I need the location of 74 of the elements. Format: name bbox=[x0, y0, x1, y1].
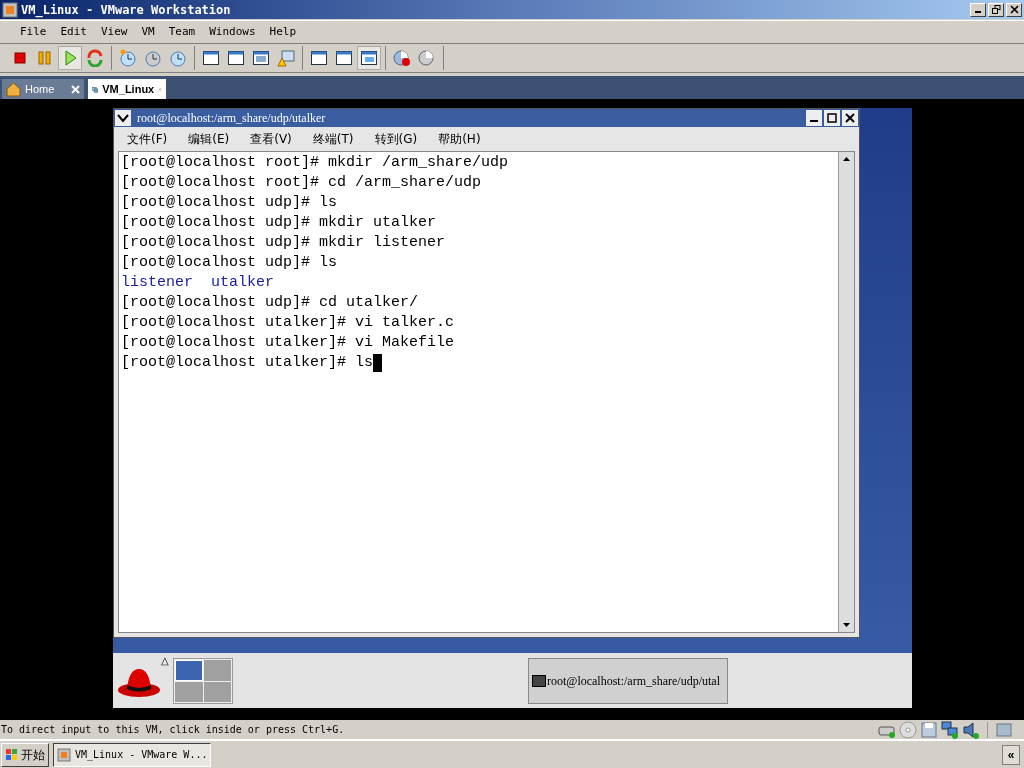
menu-item[interactable]: File bbox=[14, 23, 53, 41]
workspace[interactable] bbox=[175, 659, 203, 681]
minimize-icon bbox=[810, 120, 818, 122]
app-icon bbox=[57, 747, 71, 762]
taskbar-button[interactable]: VM_Linux - VMware W... bbox=[53, 742, 211, 767]
minimize-icon bbox=[975, 11, 981, 13]
floppy-icon[interactable] bbox=[920, 720, 938, 739]
close-button[interactable] bbox=[1006, 2, 1022, 17]
clock-icon bbox=[169, 49, 187, 67]
window-icon bbox=[227, 49, 245, 67]
minimize-button[interactable] bbox=[806, 110, 822, 126]
close-icon[interactable] bbox=[71, 84, 80, 94]
window-icon bbox=[335, 49, 353, 67]
window-icon bbox=[202, 49, 220, 67]
terminal-icon bbox=[532, 674, 546, 687]
window-title: root@localhost:/arm_share/udp/utalker bbox=[137, 110, 327, 127]
tab[interactable]: Home bbox=[2, 79, 84, 99]
tab[interactable]: VM_Linux bbox=[88, 79, 166, 99]
menu-item[interactable]: Help bbox=[263, 23, 303, 41]
pause-icon bbox=[36, 49, 54, 67]
maximize-icon bbox=[827, 113, 837, 123]
menu-item[interactable]: 终端(T) bbox=[312, 130, 354, 148]
scrollbar[interactable] bbox=[838, 152, 854, 632]
directory-listing: listener utalker bbox=[121, 273, 275, 293]
collapse-button[interactable]: « bbox=[1002, 744, 1020, 765]
close-icon bbox=[845, 113, 855, 123]
network-icon[interactable] bbox=[941, 720, 959, 739]
chevron-down-icon[interactable] bbox=[115, 110, 131, 126]
menu-item[interactable]: 转到(G) bbox=[374, 130, 418, 148]
window-icon bbox=[252, 49, 270, 67]
command-line: [root@localhost udp]# mkdir utalker bbox=[121, 213, 437, 233]
windows-warning-icon bbox=[277, 49, 295, 67]
command-line: [root@localhost udp]# ls bbox=[121, 193, 338, 213]
chart-icon bbox=[418, 49, 436, 67]
close-button[interactable] bbox=[842, 110, 858, 126]
command-line: [root@localhost utalker]# vi talker.c bbox=[121, 313, 455, 333]
menu-item[interactable]: 帮助(H) bbox=[438, 130, 481, 148]
maximize-button[interactable] bbox=[824, 110, 840, 126]
command-line: [root@localhost root]# cd /arm_share/udp bbox=[121, 173, 482, 193]
stop-icon bbox=[11, 49, 29, 67]
restore-icon bbox=[991, 5, 1001, 14]
status-text: To direct input to this VM, click inside or press Ctrl+G. bbox=[1, 723, 345, 737]
window-title: VM_Linux - VMware Workstation bbox=[21, 1, 231, 19]
task-button[interactable]: root@localhost:/arm_share/udp/utal bbox=[528, 657, 728, 704]
start-button[interactable]: 开始 bbox=[1, 742, 49, 767]
speaker-icon[interactable] bbox=[962, 720, 980, 739]
command-line: [root@localhost utalker]# ls bbox=[121, 353, 374, 373]
close-icon bbox=[1009, 5, 1019, 14]
toolbar-button[interactable] bbox=[357, 46, 381, 70]
menu-item[interactable]: Edit bbox=[54, 23, 93, 41]
house-icon bbox=[6, 81, 21, 97]
restore-button[interactable] bbox=[988, 2, 1004, 17]
menu-item[interactable]: Team bbox=[162, 23, 202, 41]
app-icon bbox=[2, 1, 18, 18]
command-line: [root@localhost udp]# mkdir listener bbox=[121, 233, 446, 253]
command-line: [root@localhost utalker]# vi Makefile bbox=[121, 333, 455, 353]
windows-logo-icon bbox=[5, 747, 19, 762]
refresh-icon bbox=[86, 49, 104, 67]
window-icon bbox=[310, 49, 328, 67]
clock-icon bbox=[144, 49, 162, 67]
minimize-button[interactable] bbox=[970, 2, 986, 17]
chart-icon bbox=[393, 49, 411, 67]
menu-item[interactable]: 查看(V) bbox=[250, 130, 292, 148]
window-icon bbox=[360, 49, 378, 67]
menu-item[interactable]: Windows bbox=[203, 23, 262, 41]
command-line: [root@localhost root]# mkdir /arm_share/udp bbox=[121, 153, 509, 173]
arrow-glyph: △ bbox=[161, 656, 169, 666]
command-line: [root@localhost udp]# cd utalker/ bbox=[121, 293, 419, 313]
menu-item[interactable]: 文件(F) bbox=[127, 130, 168, 148]
menu-item[interactable]: View bbox=[95, 23, 134, 41]
command-line: [root@localhost udp]# ls bbox=[121, 253, 338, 273]
clock-icon bbox=[119, 49, 137, 67]
menu-item[interactable]: 编辑(E) bbox=[188, 130, 230, 148]
menu-item[interactable]: VM bbox=[135, 23, 161, 41]
